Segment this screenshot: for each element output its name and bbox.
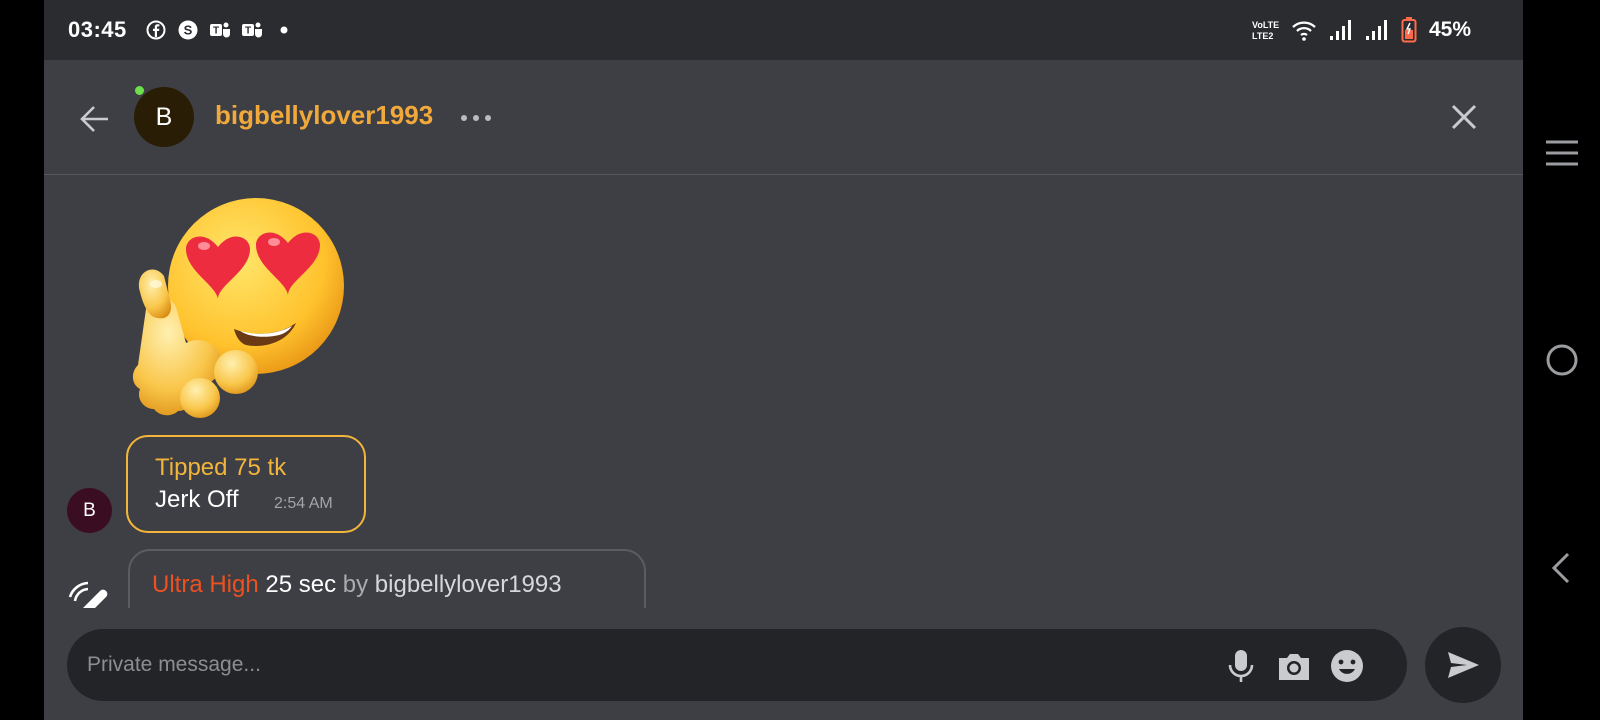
send-button[interactable]: [1425, 627, 1501, 703]
svg-text:T: T: [213, 26, 219, 37]
signal-icon: [1329, 20, 1351, 40]
avatar-initial: B: [155, 102, 173, 131]
vibration-level: Ultra High: [152, 571, 259, 598]
chat-username[interactable]: bigbellylover1993: [215, 100, 433, 131]
teams-icon: T: [210, 22, 230, 38]
chat-app: 03:45 S T T VoLTE LTE2 45% B bigbellylov…: [44, 0, 1523, 720]
status-bar: 03:45 S T T VoLTE LTE2 45%: [44, 0, 1523, 60]
message-composer: [67, 629, 1407, 701]
tip-message-text: Jerk Off: [155, 486, 239, 513]
vibration-toy-icon: [68, 581, 108, 608]
message-timestamp: 2:54 AM: [274, 495, 333, 512]
vibration-by-label: by: [342, 571, 369, 598]
svg-text:T: T: [245, 26, 251, 37]
camera-icon[interactable]: [1275, 647, 1313, 685]
svg-text:S: S: [184, 23, 193, 38]
private-message-input[interactable]: [87, 643, 1167, 687]
skype-icon: S: [178, 20, 198, 40]
facebook-icon: [146, 20, 166, 40]
chat-header: B bigbellylover1993: [44, 60, 1523, 175]
vibration-duration: 25 sec: [265, 571, 337, 598]
tip-message-bubble[interactable]: Tipped 75 tk Jerk Off 2:54 AM: [126, 435, 366, 533]
more-options-icon[interactable]: [458, 108, 494, 128]
system-navigation-bar: [1523, 0, 1600, 720]
online-status-dot: [135, 86, 144, 95]
emoji-icon[interactable]: [1328, 647, 1366, 685]
status-indicators: VoLTE LTE2 45%: [1251, 16, 1471, 44]
svg-text:LTE2: LTE2: [1252, 31, 1273, 41]
status-time: 03:45: [68, 17, 127, 42]
volte-icon: VoLTE LTE2: [1252, 20, 1279, 41]
microphone-icon[interactable]: [1222, 647, 1260, 685]
recent-apps-icon[interactable]: [1542, 133, 1582, 173]
dot-icon: [280, 26, 288, 34]
vibration-username: bigbellylover1993: [374, 571, 562, 598]
tip-amount: Tipped 75 tk: [155, 454, 287, 481]
battery-icon: [1401, 17, 1417, 43]
battery-percent: 45%: [1428, 18, 1471, 41]
vibration-message-bubble[interactable]: Ultra High 25 sec by bigbellylover1993: [128, 549, 646, 608]
sender-avatar[interactable]: B: [67, 488, 112, 533]
teams-icon: T: [242, 22, 262, 38]
signal-icon: [1365, 20, 1387, 40]
send-icon: [1448, 652, 1479, 678]
svg-text:VoLTE: VoLTE: [1252, 20, 1279, 30]
avatar[interactable]: B: [134, 87, 194, 147]
wifi-icon: [1292, 21, 1316, 41]
heart-eyes-emoji-sticker: [132, 198, 344, 418]
screen: 03:45 S T T VoLTE LTE2 45% B bigbellylov…: [0, 0, 1600, 720]
message-list[interactable]: B Tipped 75 tk Jerk Off 2:54 AM Ultra Hi…: [44, 176, 1523, 608]
home-icon[interactable]: [1542, 340, 1582, 380]
back-arrow-icon[interactable]: [78, 102, 112, 136]
back-nav-icon[interactable]: [1542, 548, 1582, 588]
avatar-initial: B: [83, 499, 96, 521]
vibration-text: Ultra High 25 sec by bigbellylover1993: [152, 571, 562, 599]
close-icon[interactable]: [1447, 100, 1481, 134]
